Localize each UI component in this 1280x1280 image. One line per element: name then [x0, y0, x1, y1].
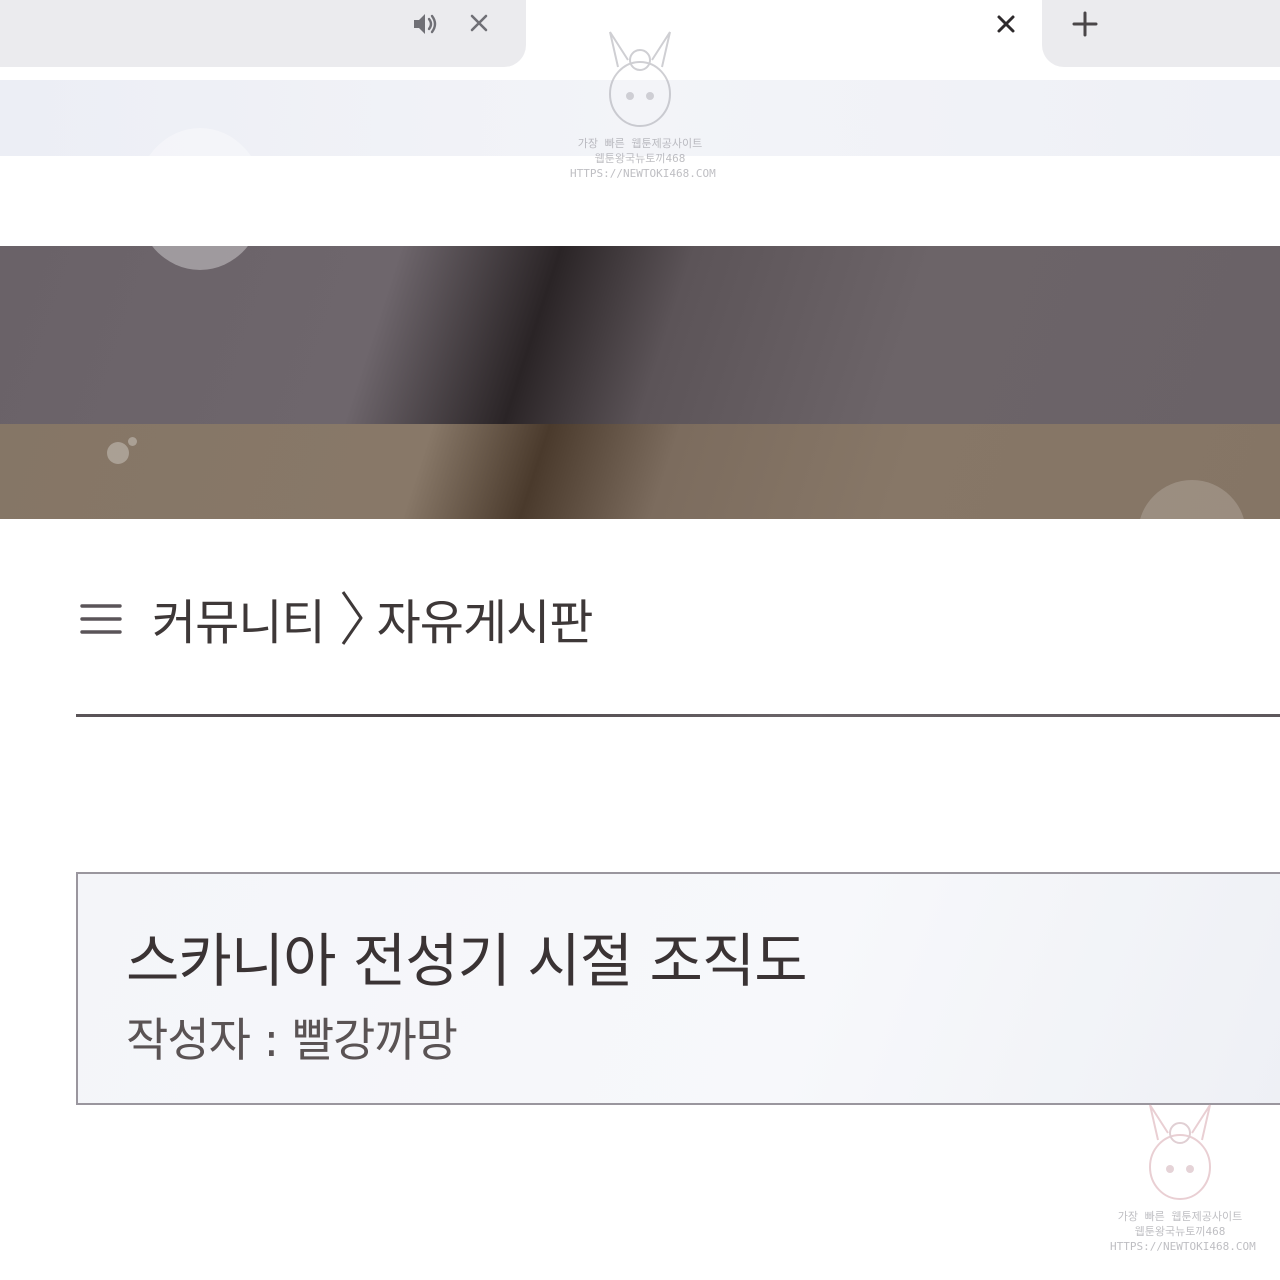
close-icon[interactable] — [465, 9, 493, 37]
watermark-line-2: 웹툰왕국뉴토끼468 — [1134, 1225, 1226, 1238]
banner-bottom-band — [0, 424, 1280, 519]
watermark-line-2: 웹툰왕국뉴토끼468 — [594, 152, 686, 165]
post-card[interactable]: 스카니아 전성기 시절 조직도 작성자 : 빨강까망 — [76, 872, 1280, 1105]
chevron-right-icon — [341, 591, 363, 645]
watermark-line-3: HTTPS://NEWTOKI468.COM — [570, 167, 716, 180]
decorative-bubble — [107, 442, 129, 464]
watermark: 가장 빠른 웹툰제공사이트 웹툰왕국뉴토끼468 HTTPS://NEWTOKI… — [570, 22, 716, 197]
breadcrumb-section[interactable]: 커뮤니티 — [152, 583, 326, 653]
post-title[interactable]: 스카니아 전성기 시절 조직도 — [126, 914, 808, 998]
close-icon[interactable] — [992, 10, 1020, 38]
breadcrumb: 커뮤니티 자유게시판 — [152, 583, 594, 653]
post-author: 작성자 : 빨강까망 — [126, 1013, 458, 1067]
watermark-line-1: 가장 빠른 웹툰제공사이트 — [1117, 1210, 1243, 1223]
header-banner — [0, 246, 1280, 519]
mascot-logo-icon — [609, 31, 671, 127]
decorative-bubble — [136, 128, 264, 270]
plus-icon[interactable] — [1070, 9, 1100, 39]
banner-top-band — [0, 246, 1280, 424]
breadcrumb-board[interactable]: 자유게시판 — [377, 583, 594, 653]
mascot-logo-icon — [1149, 1104, 1211, 1200]
speaker-icon[interactable] — [410, 9, 440, 39]
watermark: 가장 빠른 웹툰제공사이트 웹툰왕국뉴토끼468 HTTPS://NEWTOKI… — [1110, 1095, 1256, 1270]
decorative-bubble — [128, 437, 137, 446]
watermark-line-3: HTTPS://NEWTOKI468.COM — [1110, 1240, 1256, 1253]
hamburger-menu-icon[interactable] — [80, 602, 122, 636]
browser-tab-inactive[interactable] — [0, 0, 526, 67]
section-divider — [76, 714, 1280, 717]
watermark-line-1: 가장 빠른 웹툰제공사이트 — [577, 137, 703, 150]
